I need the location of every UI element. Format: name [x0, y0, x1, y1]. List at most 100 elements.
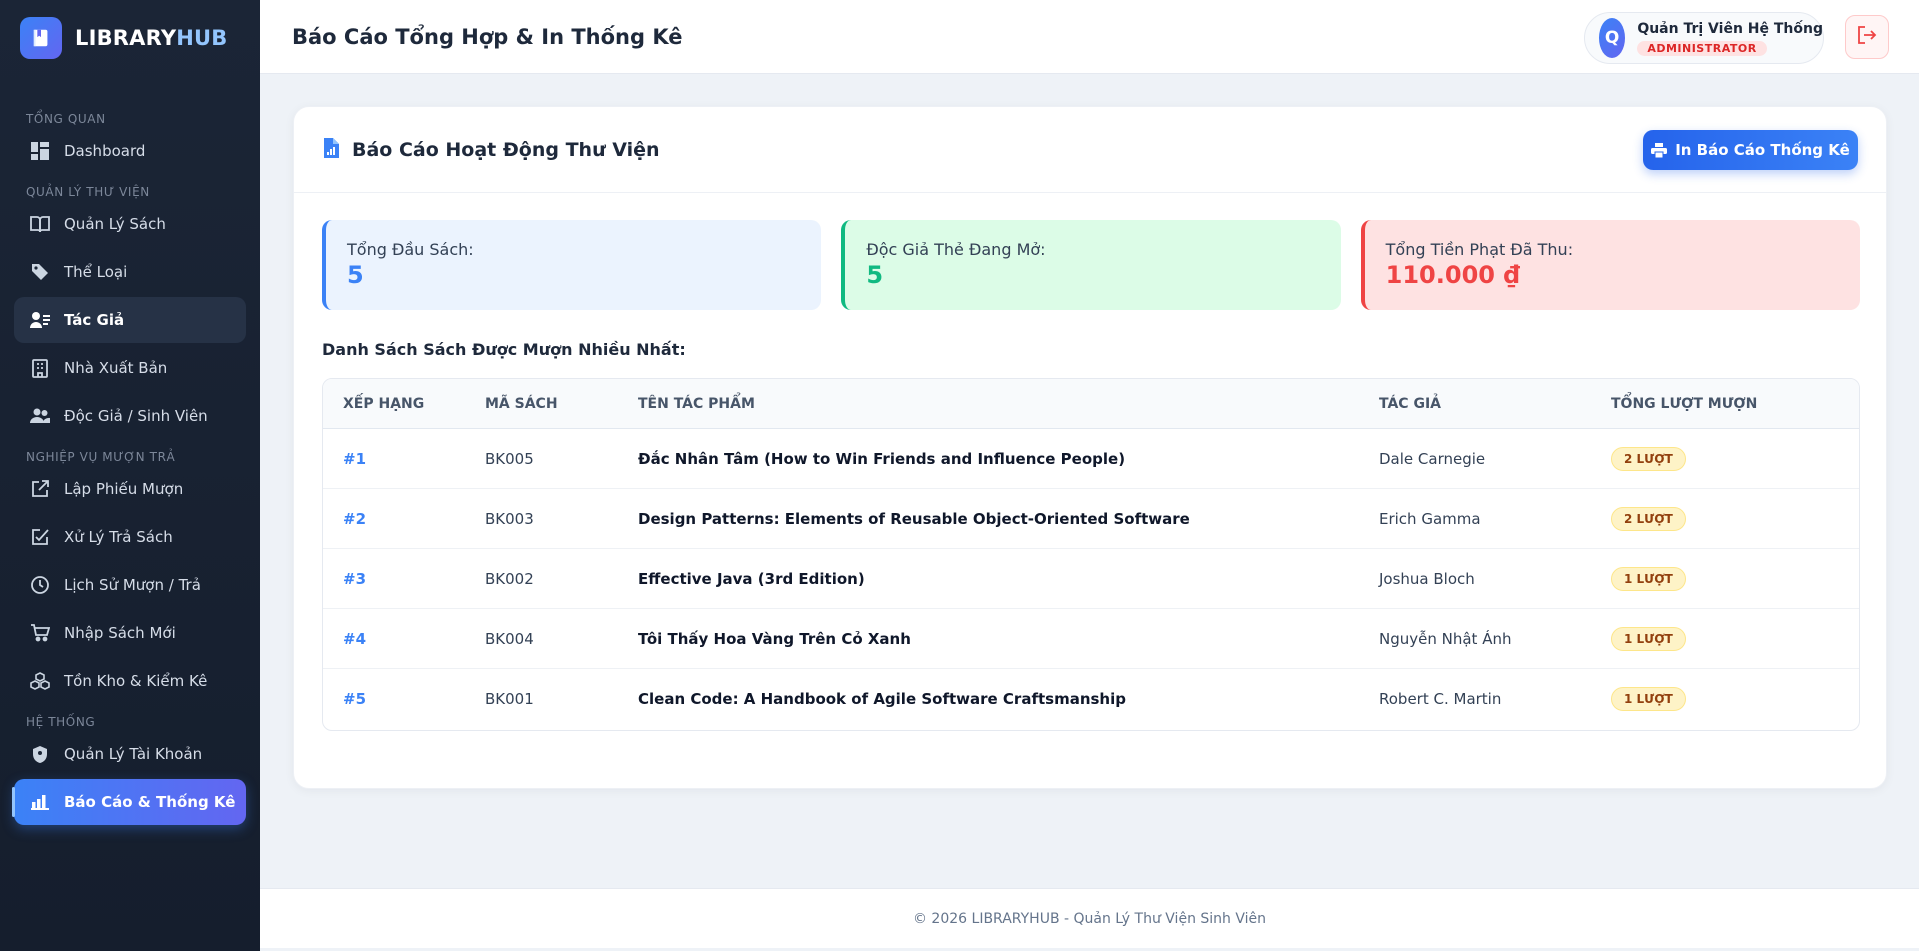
table-row[interactable]: #5 BK001 Clean Code: A Handbook of Agile…	[323, 669, 1859, 729]
checkbox-edit-icon	[30, 527, 50, 547]
logout-icon	[1857, 26, 1877, 48]
cart-icon	[30, 623, 50, 643]
table-row[interactable]: #2 BK003 Design Patterns: Elements of Re…	[323, 489, 1859, 549]
sidebar-item-categories[interactable]: Thể Loại	[14, 249, 246, 295]
clock-icon	[30, 575, 50, 595]
count-badge: 1 LƯỢT	[1611, 687, 1686, 711]
stat-label: Tổng Đầu Sách:	[347, 240, 474, 259]
col-code: Mã Sách	[485, 395, 558, 412]
stat-active-readers: Độc Giả Thẻ Đang Mở: 5	[841, 220, 1341, 310]
col-title: Tên Tác Phẩm	[638, 395, 755, 412]
logout-button[interactable]	[1845, 15, 1889, 59]
sidebar-item-label: Độc Giả / Sinh Viên	[64, 407, 208, 425]
col-author: Tác Giả	[1379, 395, 1441, 412]
sidebar-item-readers[interactable]: Độc Giả / Sinh Viên	[14, 393, 246, 439]
sidebar-item-label: Lịch Sử Mượn / Trả	[64, 576, 201, 594]
sidebar-item-label: Quản Lý Sách	[64, 215, 166, 233]
stat-value: 5	[866, 261, 884, 289]
sidebar-item-label: Dashboard	[64, 142, 146, 160]
count-badge: 2 LƯỢT	[1611, 506, 1686, 531]
building-icon	[30, 358, 50, 378]
sidebar-item-inventory[interactable]: Tồn Kho & Kiểm Kê	[14, 658, 246, 704]
stat-value: 110.000 ₫	[1385, 261, 1521, 289]
sidebar-item-label: Tác Giả	[64, 311, 125, 329]
title-cell: Tôi Thấy Hoa Vàng Trên Cỏ Xanh	[638, 629, 911, 648]
tag-icon	[30, 262, 50, 282]
users-icon	[30, 406, 50, 426]
report-card-header: Báo Cáo Hoạt Động Thư Viện In Báo Cáo Th…	[294, 107, 1886, 193]
stat-label: Tổng Tiền Phạt Đã Thu:	[1385, 240, 1574, 259]
user-profile[interactable]: Q Quản Trị Viên Hệ Thống ADMINISTRATOR	[1584, 12, 1824, 64]
sidebar-item-label: Thể Loại	[64, 263, 128, 281]
sidebar-item-accounts[interactable]: Quản Lý Tài Khoản	[14, 731, 246, 777]
title-cell: Clean Code: A Handbook of Agile Software…	[638, 690, 1126, 708]
footer: © 2026 LIBRARYHUB - Quản Lý Thư Viện Sin…	[260, 888, 1919, 948]
stat-fines-collected: Tổng Tiền Phạt Đã Thu: 110.000 ₫	[1360, 220, 1860, 310]
footer-text: © 2026 LIBRARYHUB - Quản Lý Thư Viện Sin…	[912, 910, 1267, 927]
count-badge: 1 LƯỢT	[1611, 566, 1686, 591]
sidebar-item-create-loan[interactable]: Lập Phiếu Mượn	[14, 466, 246, 512]
top-borrowed-title: Danh Sách Sách Được Mượn Nhiều Nhất:	[322, 340, 686, 359]
nav-section-library: Quản Lý Thư Viện	[26, 185, 150, 199]
count-badge: 2 LƯỢT	[1611, 446, 1686, 471]
title-cell: Effective Java (3rd Edition)	[638, 569, 865, 588]
table-header: Xếp Hạng Mã Sách Tên Tác Phẩm Tác Giả Tổ…	[323, 379, 1859, 429]
sidebar-item-label: Báo Cáo & Thống Kê	[64, 793, 236, 811]
table-row[interactable]: #3 BK002 Effective Java (3rd Edition) Jo…	[323, 549, 1859, 609]
avatar: Q	[1599, 18, 1626, 58]
sidebar-item-history[interactable]: Lịch Sử Mượn / Trả	[14, 562, 246, 608]
title-cell: Đắc Nhân Tâm (How to Win Friends and Inf…	[638, 449, 1126, 468]
rank-cell: #1	[343, 449, 367, 468]
author-cell: Dale Carnegie	[1379, 449, 1486, 468]
brand-name: LIBRARYHUB	[75, 26, 228, 50]
role-badge: ADMINISTRATOR	[1637, 40, 1767, 56]
nav-section-overview: Tổng Quan	[26, 112, 106, 126]
external-link-icon	[30, 479, 50, 499]
sidebar-item-label: Xử Lý Trả Sách	[64, 528, 173, 546]
cubes-icon	[30, 671, 50, 691]
table-row[interactable]: #1 BK005 Đắc Nhân Tâm (How to Win Friend…	[323, 429, 1859, 489]
user-list-icon	[30, 310, 50, 330]
print-report-button[interactable]: In Báo Cáo Thống Kê	[1643, 130, 1858, 170]
sidebar-item-dashboard[interactable]: Dashboard	[14, 128, 246, 174]
author-cell: Joshua Bloch	[1379, 569, 1475, 588]
table-row[interactable]: #4 BK004 Tôi Thấy Hoa Vàng Trên Cỏ Xanh …	[323, 609, 1859, 669]
author-cell: Robert C. Martin	[1379, 690, 1502, 708]
count-badge: 1 LƯỢT	[1611, 626, 1686, 651]
sidebar-item-reports[interactable]: Báo Cáo & Thống Kê	[12, 779, 246, 825]
sidebar-item-publishers[interactable]: Nhà Xuất Bản	[14, 345, 246, 391]
stat-label: Độc Giả Thẻ Đang Mở:	[866, 240, 1046, 259]
nav-section-system: Hệ Thống	[26, 715, 96, 729]
code-cell: BK002	[485, 569, 534, 588]
code-cell: BK001	[485, 690, 534, 708]
sidebar-item-label: Nhà Xuất Bản	[64, 359, 168, 377]
stat-value: 5	[347, 261, 364, 289]
file-report-icon	[322, 137, 340, 163]
dashboard-icon	[30, 141, 50, 161]
top-borrowed-table: Xếp Hạng Mã Sách Tên Tác Phẩm Tác Giả Tổ…	[322, 378, 1860, 731]
printer-icon	[1651, 142, 1668, 158]
sidebar-item-returns[interactable]: Xử Lý Trả Sách	[14, 514, 246, 560]
rank-cell: #3	[343, 569, 367, 588]
sidebar-item-label: Quản Lý Tài Khoản	[64, 745, 203, 763]
nav-section-borrowing: Nghiệp Vụ Mượn Trả	[26, 450, 176, 464]
sidebar-item-books[interactable]: Quản Lý Sách	[14, 201, 246, 247]
code-cell: BK005	[485, 449, 534, 468]
sidebar-item-label: Nhập Sách Mới	[64, 624, 176, 642]
brand[interactable]: LIBRARYHUB	[0, 0, 260, 76]
report-title: Báo Cáo Hoạt Động Thư Viện	[352, 138, 660, 161]
shield-icon	[30, 744, 50, 764]
sidebar-item-authors[interactable]: Tác Giả	[14, 297, 246, 343]
author-cell: Erich Gamma	[1379, 509, 1481, 528]
top-header: Báo Cáo Tổng Hợp & In Thống Kê Q Quản Tr…	[260, 0, 1919, 74]
code-cell: BK003	[485, 509, 534, 528]
print-button-label: In Báo Cáo Thống Kê	[1675, 141, 1850, 159]
sidebar: LIBRARYHUB Tổng Quan Dashboard Quản Lý T…	[0, 0, 260, 951]
author-cell: Nguyễn Nhật Ánh	[1379, 629, 1512, 648]
report-card: Báo Cáo Hoạt Động Thư Viện In Báo Cáo Th…	[293, 106, 1887, 789]
sidebar-item-import[interactable]: Nhập Sách Mới	[14, 610, 246, 656]
page-title: Báo Cáo Tổng Hợp & In Thống Kê	[292, 24, 683, 49]
code-cell: BK004	[485, 629, 534, 648]
sidebar-item-label: Tồn Kho & Kiểm Kê	[64, 672, 208, 690]
col-rank: Xếp Hạng	[343, 395, 425, 412]
